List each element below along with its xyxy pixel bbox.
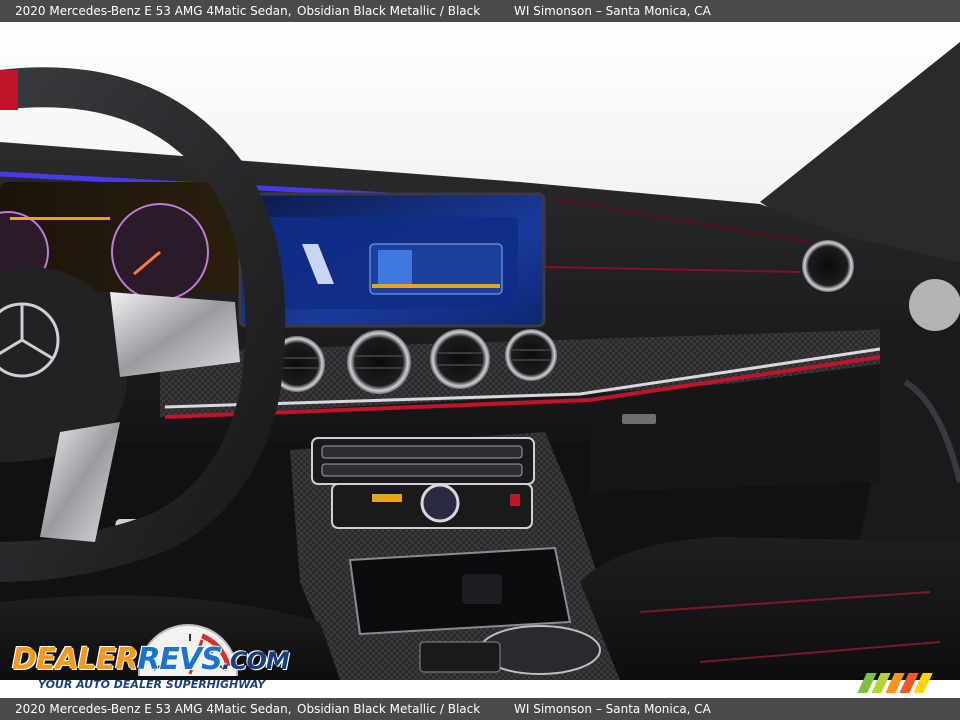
logo-com-text: .COM: [221, 647, 290, 675]
stripe-logo-icon: [857, 673, 934, 693]
dealerrevs-logo: DEALERREVS.COM YOUR AUTO DEALER SUPERHIG…: [10, 622, 290, 694]
clock: [420, 483, 460, 523]
logo-revs-text: REVS: [137, 642, 222, 677]
caption-bar-top: 2020 Mercedes-Benz E 53 AMG 4Matic Sedan…: [0, 0, 960, 22]
dealerrevs-wordmark: DEALERREVS.COM: [12, 642, 290, 677]
vehicle-title: 2020 Mercedes-Benz E 53 AMG 4Matic Sedan…: [15, 4, 292, 18]
vehicle-title-bottom: 2020 Mercedes-Benz E 53 AMG 4Matic Sedan…: [15, 702, 292, 716]
climate-controls: [311, 437, 535, 485]
vehicle-color: Obsidian Black Metallic / Black: [297, 4, 481, 18]
caption-bar-bottom: 2020 Mercedes-Benz E 53 AMG 4Matic Sedan…: [0, 698, 960, 720]
interior-photo: [0, 22, 960, 680]
logo-tagline: YOUR AUTO DEALER SUPERHIGHWAY: [38, 678, 266, 691]
interior-photo-drawing: [0, 22, 960, 680]
side-air-vent: [802, 240, 854, 292]
passenger-seat: [580, 537, 960, 680]
dealer-name-bottom: WI Simonson – Santa Monica, CA: [514, 702, 711, 716]
dealer-name: WI Simonson – Santa Monica, CA: [514, 4, 711, 18]
vehicle-color-bottom: Obsidian Black Metallic / Black: [297, 702, 481, 716]
logo-dealer-text: DEALER: [12, 642, 138, 677]
